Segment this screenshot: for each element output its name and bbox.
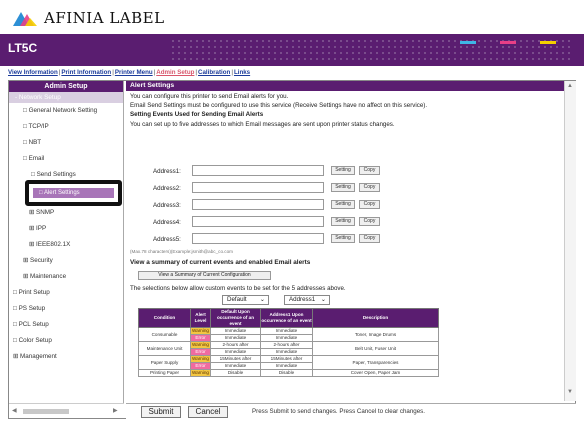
- nav-print-information[interactable]: Print Information: [61, 69, 111, 76]
- sidebar-section-network-setup[interactable]: - Network Setup: [9, 92, 123, 103]
- sidebar-scroll-thumb[interactable]: [23, 409, 69, 414]
- sidebar-item-color-setup[interactable]: □ Color Setup: [9, 333, 123, 349]
- sidebar-horizontal-scrollbar[interactable]: ◀ ▶: [9, 403, 124, 418]
- magenta-dash: [500, 41, 516, 44]
- th-description: Description: [312, 308, 439, 328]
- sidebar-item-snmp[interactable]: ⊞ SNMP: [9, 205, 123, 221]
- sidebar-item-general-network-setting[interactable]: □ General Network Setting: [9, 103, 123, 119]
- address4-input[interactable]: [192, 216, 324, 227]
- error-badge: Error: [190, 334, 211, 342]
- selection-text: The selections below allow custom events…: [130, 285, 346, 292]
- warning-badge: Warning: [190, 355, 211, 363]
- sidebar-item-maintenance[interactable]: ⊞ Maintenance: [9, 269, 123, 285]
- address-row-4: Address4: Setting Copy: [126, 216, 426, 229]
- sidebar-item-security[interactable]: ⊞ Security: [9, 253, 123, 269]
- address-select[interactable]: Address1 ⌄: [284, 295, 330, 305]
- table-row: Paper Supply Warning 15Minutes after 15M…: [138, 355, 439, 370]
- submit-button[interactable]: Submit: [141, 406, 181, 418]
- alert-settings-callout: □ Alert Settings: [25, 180, 122, 206]
- event-table: Condition Alert Level Default Upon occur…: [138, 308, 439, 377]
- error-badge: Error: [190, 362, 211, 370]
- table-row: Maintenance Unit Warning 2-hours after 2…: [138, 341, 439, 356]
- cancel-button[interactable]: Cancel: [188, 406, 228, 418]
- section-title: Alert Settings: [126, 81, 564, 91]
- warning-badge: Warning: [190, 369, 211, 377]
- footer-message: Press Submit to send changes. Press Canc…: [252, 408, 425, 415]
- scroll-down-icon[interactable]: ▼: [567, 389, 573, 395]
- sidebar-item-print-setup[interactable]: □ Print Setup: [9, 285, 123, 301]
- address1-copy-button[interactable]: Copy: [359, 166, 380, 175]
- brand-name: AFINIA LABEL: [44, 9, 165, 27]
- address4-copy-button[interactable]: Copy: [359, 217, 380, 226]
- sidebar-item-tcpip[interactable]: □ TCP/IP: [9, 119, 123, 135]
- address1-input[interactable]: [192, 165, 324, 176]
- nav-links[interactable]: Links: [234, 69, 250, 76]
- nav-view-information[interactable]: View Information: [8, 69, 58, 76]
- sidebar-header: Admin Setup: [9, 81, 123, 92]
- main-panel: Alert Settings You can configure this pr…: [126, 81, 564, 401]
- address5-copy-button[interactable]: Copy: [359, 234, 380, 243]
- th-address1: Address1 Upon occurrence of an event: [260, 308, 313, 328]
- address-row-3: Address3: Setting Copy: [126, 199, 426, 212]
- main-vertical-scrollbar[interactable]: ▲ ▼: [564, 81, 576, 401]
- nav-calibration[interactable]: Calibration: [198, 69, 230, 76]
- address-row-1: Address1: Setting Copy: [126, 165, 426, 178]
- table-row: Consumable Warning Immediate Immediate T…: [138, 327, 439, 342]
- address-hint: (Max.78 characters)(Example:jsmith@abc_c…: [130, 249, 233, 254]
- scroll-left-icon[interactable]: ◀: [12, 407, 17, 414]
- default-select[interactable]: Default ⌄: [222, 295, 269, 305]
- address5-input[interactable]: [192, 233, 324, 244]
- yellow-dash: [540, 41, 556, 44]
- intro-text: You can configure this printer to send E…: [130, 93, 289, 100]
- sidebar-item-ipp[interactable]: ⊞ IPP: [9, 221, 123, 237]
- address2-copy-button[interactable]: Copy: [359, 183, 380, 192]
- error-badge: Error: [190, 348, 211, 356]
- sidebar: Admin Setup - Network Setup □ General Ne…: [9, 81, 124, 403]
- sidebar-item-email[interactable]: □ Email: [9, 151, 123, 167]
- address-row-2: Address2: Setting Copy: [126, 182, 426, 195]
- printer-model: LT5C: [8, 41, 38, 55]
- sidebar-item-management[interactable]: ⊞ Management: [9, 349, 123, 365]
- chevron-down-icon: ⌄: [259, 296, 265, 303]
- th-default: Default Upon occurrence of an event: [210, 308, 261, 328]
- address4-setting-button[interactable]: Setting: [331, 217, 355, 226]
- content-frame: Admin Setup - Network Setup □ General Ne…: [8, 80, 576, 419]
- sidebar-item-ps-setup[interactable]: □ PS Setup: [9, 301, 123, 317]
- address3-input[interactable]: [192, 199, 324, 210]
- nav-printer-menu[interactable]: Printer Menu: [115, 69, 153, 76]
- note-text: Email Send Settings must be configured t…: [130, 102, 428, 110]
- afinia-logo-icon: [13, 12, 37, 26]
- sidebar-item-pcl-setup[interactable]: □ PCL Setup: [9, 317, 123, 333]
- sidebar-item-ieee8021x[interactable]: ⊞ IEEE802.1X: [9, 237, 123, 253]
- scroll-right-icon[interactable]: ▶: [113, 407, 118, 414]
- brand-header: AFINIA LABEL: [12, 6, 165, 30]
- nav-admin-setup[interactable]: Admin Setup: [156, 69, 194, 76]
- sidebar-item-nbt[interactable]: □ NBT: [9, 135, 123, 151]
- top-nav: View Information|Print Information|Print…: [8, 69, 251, 76]
- table-row: Printing Paper Warning Disable Disable C…: [138, 369, 439, 377]
- cyan-dash: [460, 41, 476, 44]
- address1-setting-button[interactable]: Setting: [331, 166, 355, 175]
- th-alert-level: Alert Level: [190, 308, 211, 328]
- view-summary-button[interactable]: View a Summary of Current Configuration: [138, 271, 271, 280]
- warning-badge: Warning: [190, 341, 211, 349]
- address-row-5: Address5: Setting Copy: [126, 233, 426, 246]
- scroll-up-icon[interactable]: ▲: [567, 83, 573, 89]
- address2-setting-button[interactable]: Setting: [331, 183, 355, 192]
- events-description: You can set up to five addresses to whic…: [130, 120, 395, 128]
- summary-heading: View a summary of current events and ena…: [130, 259, 311, 266]
- address3-setting-button[interactable]: Setting: [331, 200, 355, 209]
- th-condition: Condition: [138, 308, 191, 328]
- address5-setting-button[interactable]: Setting: [331, 234, 355, 243]
- footer-bar: Submit Cancel Press Submit to send chang…: [126, 403, 576, 419]
- sidebar-item-alert-settings[interactable]: □ Alert Settings: [33, 188, 114, 198]
- chevron-down-icon: ⌄: [320, 296, 326, 303]
- events-heading: Setting Events Used for Sending Email Al…: [130, 111, 264, 119]
- warning-badge: Warning: [190, 327, 211, 335]
- address3-copy-button[interactable]: Copy: [359, 200, 380, 209]
- printer-title-bar: LT5C: [0, 34, 584, 66]
- address2-input[interactable]: [192, 182, 324, 193]
